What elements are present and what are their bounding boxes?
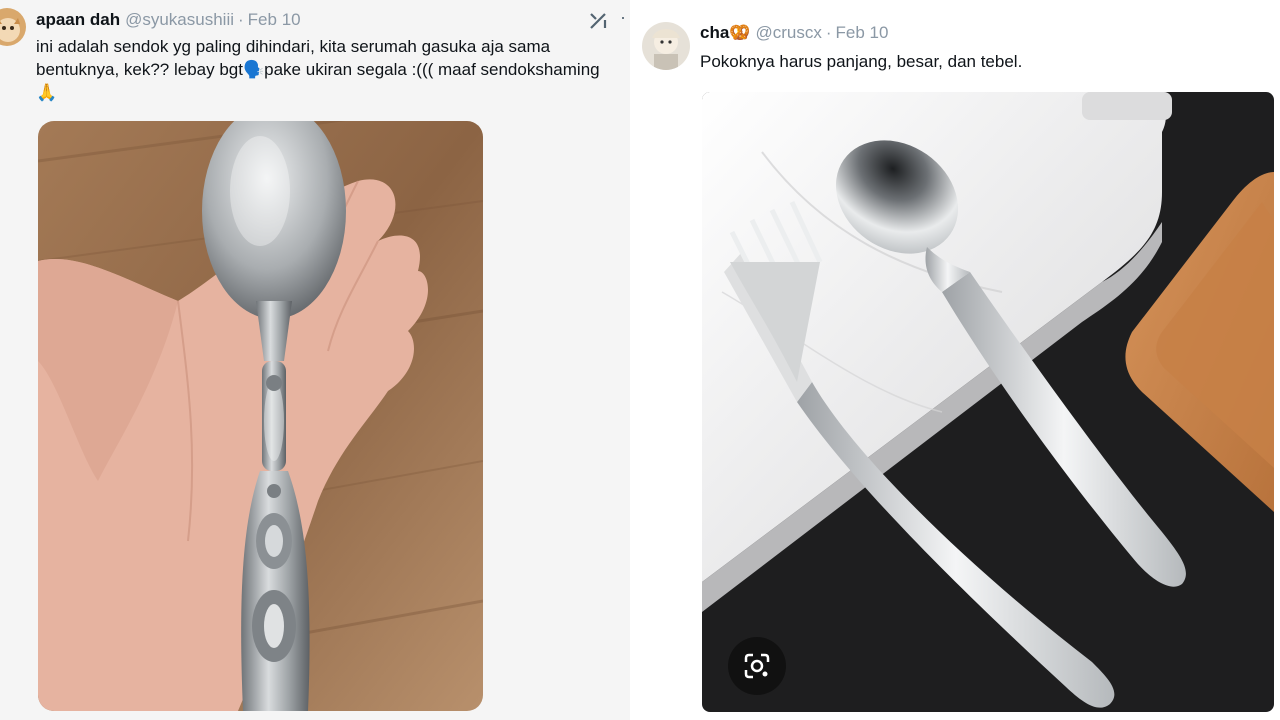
left-tweet: apaan dah @syukasushiii · Feb 10 · ini a…	[0, 0, 630, 720]
separator: ·	[825, 23, 832, 42]
tweet-header: cha🥨 @cruscx · Feb 10	[700, 23, 888, 43]
tweet-text-line: 🙏	[36, 83, 58, 102]
tweet-text: ini adalah sendok yg paling dihindari, k…	[36, 35, 626, 104]
tweet-header: apaan dah @syukasushiii · Feb 10	[36, 10, 301, 30]
tweet-text-line: bentuknya, kek?? lebay bgt🗣️pake ukiran …	[36, 60, 600, 79]
handle[interactable]: @syukasushiii	[125, 10, 234, 30]
tweet-text-line: ini adalah sendok yg paling dihindari, k…	[36, 37, 551, 56]
avatar[interactable]	[642, 22, 690, 70]
timestamp[interactable]: Feb 10	[248, 10, 301, 30]
right-tweet: cha🥨 @cruscx · Feb 10 Pokoknya harus pan…	[630, 0, 1280, 720]
more-horizontal-icon[interactable]: ·	[620, 8, 626, 26]
handle[interactable]: @cruscx	[755, 23, 821, 43]
google-lens-icon[interactable]	[728, 637, 786, 695]
avatar[interactable]	[0, 8, 26, 46]
display-name[interactable]: apaan dah	[36, 10, 120, 30]
tweet-photo[interactable]	[38, 121, 483, 711]
tweet-photo[interactable]	[702, 92, 1274, 712]
tweet-text: Pokoknya harus panjang, besar, dan tebel…	[700, 52, 1023, 71]
grok-icon[interactable]	[588, 11, 608, 31]
display-name[interactable]: cha🥨	[700, 23, 750, 43]
separator: ·	[238, 10, 244, 29]
timestamp[interactable]: Feb 10	[836, 23, 889, 43]
